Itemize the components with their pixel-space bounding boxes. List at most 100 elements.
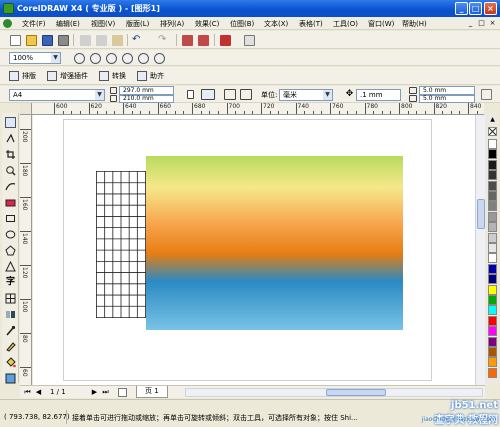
color-swatch[interactable] xyxy=(488,315,497,326)
copy-icon[interactable] xyxy=(96,35,107,46)
chevron-down-icon[interactable]: ▼ xyxy=(323,90,332,100)
blend-tool-icon[interactable] xyxy=(5,309,16,320)
color-swatch[interactable] xyxy=(488,284,497,295)
minimize-button[interactable]: _ xyxy=(455,2,468,15)
color-swatch[interactable] xyxy=(488,159,497,170)
color-swatch[interactable] xyxy=(488,201,497,212)
color-swatch[interactable] xyxy=(488,274,497,285)
paste-icon[interactable] xyxy=(112,35,123,46)
previous-page-icon[interactable]: ◀ xyxy=(34,388,43,397)
menu-layout[interactable]: 版面(L) xyxy=(126,19,149,29)
add-page-icon[interactable] xyxy=(118,388,127,397)
menu-help[interactable]: 帮助(H) xyxy=(402,19,427,29)
graph-paper-object[interactable] xyxy=(96,171,146,318)
color-swatch[interactable] xyxy=(488,149,497,160)
options-icon[interactable] xyxy=(481,89,492,100)
redo-icon[interactable]: ↷ xyxy=(158,35,169,46)
page-size-select[interactable]: A4 ▼ xyxy=(9,89,105,101)
zoom-all-icon[interactable] xyxy=(122,53,133,64)
current-page-icon[interactable] xyxy=(240,89,252,100)
document-menu-icon[interactable] xyxy=(3,19,12,28)
doc-close-button[interactable]: × xyxy=(488,19,497,28)
page-tab[interactable]: 页 1 xyxy=(136,386,168,398)
maximize-button[interactable]: □ xyxy=(469,2,482,15)
color-swatch[interactable] xyxy=(488,357,497,368)
horizontal-scrollbar[interactable] xyxy=(185,388,483,397)
polygon-tool-icon[interactable] xyxy=(5,245,16,256)
menu-view[interactable]: 视图(V) xyxy=(91,19,115,29)
chevron-down-icon[interactable]: ▼ xyxy=(51,53,60,63)
rectangle-tool-icon[interactable] xyxy=(5,213,16,224)
landscape-icon[interactable] xyxy=(201,89,215,100)
portrait-icon[interactable] xyxy=(187,90,194,99)
vertical-scroll-thumb[interactable] xyxy=(477,199,485,229)
vertical-scrollbar[interactable] xyxy=(475,115,485,385)
welcome-screen-icon[interactable] xyxy=(244,35,255,46)
menu-text[interactable]: 文本(X) xyxy=(264,19,288,29)
export-icon[interactable] xyxy=(198,35,209,46)
first-page-icon[interactable]: ⏮ xyxy=(23,388,32,397)
menu-file[interactable]: 文件(F) xyxy=(22,19,46,29)
undo-icon[interactable]: ↶ xyxy=(132,35,143,46)
save-icon[interactable] xyxy=(42,35,53,46)
ruler-origin[interactable] xyxy=(20,103,32,115)
smart-fill-tool-icon[interactable] xyxy=(5,197,16,208)
color-swatch[interactable] xyxy=(488,326,497,337)
color-swatch[interactable] xyxy=(488,295,497,305)
zoom-in-icon[interactable] xyxy=(74,53,85,64)
color-swatch[interactable] xyxy=(488,367,497,378)
crop-tool-icon[interactable] xyxy=(5,149,16,160)
palette-scroll-up-icon[interactable]: ▲ xyxy=(488,116,497,124)
color-swatch[interactable] xyxy=(488,253,497,264)
color-swatch[interactable] xyxy=(488,243,497,253)
text-tool-icon[interactable]: 字 xyxy=(5,277,16,288)
color-swatch[interactable] xyxy=(488,347,497,357)
drawing-canvas[interactable] xyxy=(33,115,485,385)
menu-edit[interactable]: 编辑(E) xyxy=(56,19,80,29)
gradient-rectangle[interactable] xyxy=(146,156,403,330)
color-swatch[interactable] xyxy=(488,180,497,191)
color-swatch[interactable] xyxy=(488,170,497,181)
page-height-field[interactable]: 210.0 mm xyxy=(119,95,174,103)
chevron-down-icon[interactable]: ▼ xyxy=(95,90,104,100)
last-page-icon[interactable]: ⏭ xyxy=(101,388,110,397)
color-swatch[interactable] xyxy=(488,211,497,222)
page-width-field[interactable]: 297.0 mm xyxy=(119,86,174,95)
close-button[interactable]: × xyxy=(484,2,497,15)
interactive-fill-tool-icon[interactable] xyxy=(5,373,16,384)
ellipse-tool-icon[interactable] xyxy=(5,229,16,240)
next-page-icon[interactable]: ▶ xyxy=(90,388,99,397)
eyedropper-tool-icon[interactable] xyxy=(5,325,16,336)
duplicate-x-field[interactable]: 5.0 mm xyxy=(419,86,475,95)
horizontal-scroll-thumb[interactable] xyxy=(326,389,386,396)
nudge-distance-field[interactable]: .1 mm xyxy=(356,89,401,101)
color-swatch[interactable] xyxy=(488,305,497,316)
open-folder-icon[interactable] xyxy=(26,35,37,46)
zoom-width-icon[interactable] xyxy=(154,53,165,64)
all-pages-icon[interactable] xyxy=(224,89,236,100)
pick-tool-icon[interactable] xyxy=(5,117,16,128)
doc-minimize-button[interactable]: _ xyxy=(466,19,475,28)
color-swatch[interactable] xyxy=(488,191,497,201)
menu-arrange[interactable]: 排列(A) xyxy=(160,19,184,29)
doc-restore-button[interactable]: □ xyxy=(477,19,486,28)
duplicate-y-field[interactable]: 5.0 mm xyxy=(419,95,475,103)
application-launcher-icon[interactable] xyxy=(220,35,231,46)
color-swatch[interactable] xyxy=(488,336,497,347)
no-fill-swatch[interactable] xyxy=(488,127,497,136)
menu-window[interactable]: 窗口(W) xyxy=(368,19,394,29)
outline-tool-icon[interactable] xyxy=(5,341,16,352)
color-swatch[interactable] xyxy=(488,232,497,243)
freehand-tool-icon[interactable] xyxy=(5,181,16,192)
basic-shapes-tool-icon[interactable] xyxy=(5,260,16,272)
cut-icon[interactable] xyxy=(80,35,91,46)
print-icon[interactable] xyxy=(58,35,69,46)
typeset-button[interactable]: 排版 xyxy=(8,69,36,83)
menu-tools[interactable]: 工具(O) xyxy=(333,19,358,29)
enhance-plugin-button[interactable]: 增强插件 xyxy=(46,69,88,83)
menu-effects[interactable]: 效果(C) xyxy=(195,19,219,29)
shape-tool-icon[interactable] xyxy=(5,133,16,144)
fill-tool-icon[interactable] xyxy=(5,357,16,368)
unit-select[interactable]: 毫米 ▼ xyxy=(279,89,333,101)
zoom-selected-icon[interactable] xyxy=(106,53,117,64)
